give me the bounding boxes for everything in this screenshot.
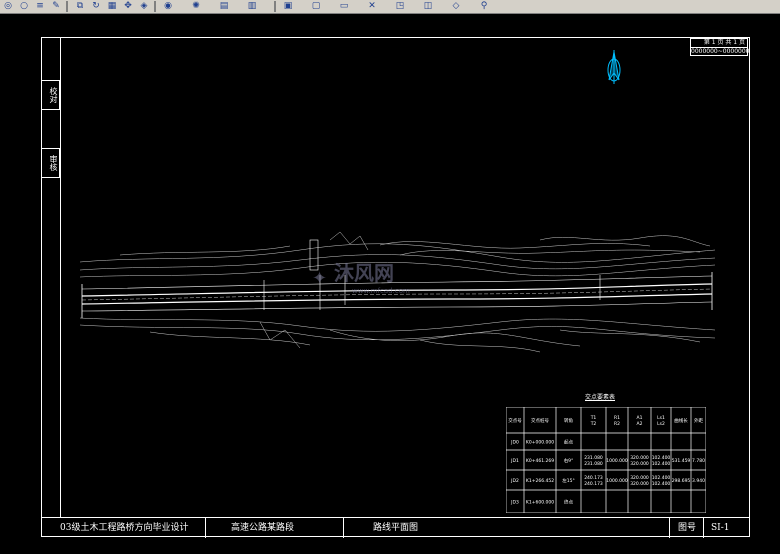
table-cell: 1000.000 [606, 458, 628, 464]
table-cell: 右9° [564, 457, 574, 464]
table-cell: 1000.000 [606, 478, 628, 484]
table-cell: 320.000 [630, 455, 649, 461]
table-cell: K1+600.000 [526, 500, 554, 506]
table-cell: 7.780 [692, 458, 705, 464]
table-header-cell: 交点桩号 [531, 417, 549, 424]
table-cell: 终点 [564, 499, 573, 506]
table-header-cell: A1 [637, 415, 643, 421]
table-header-cell: Ls2 [657, 421, 665, 427]
title-block: 03级土木工程路桥方向毕业设计 高速公路某路段 路线平面图 图号 SI-1 [41, 517, 750, 538]
table-cell: 231.080 [584, 455, 603, 461]
table-cell: K0+000.000 [526, 440, 554, 446]
watermark: ✦ 沐风网 www.mfcad.com [312, 261, 410, 295]
table-header-cell: A2 [637, 421, 643, 427]
table-header-cell: R1 [614, 415, 620, 421]
table-header-cell: 转角 [564, 417, 573, 424]
table-cell: 起点 [564, 440, 573, 446]
figure-number-label: 图号 [678, 523, 697, 533]
table-cell: JD1 [510, 458, 519, 464]
drawing-name: 路线平面图 [373, 523, 419, 533]
table-cell: 240.173 [584, 481, 603, 487]
road-alignment [81, 239, 713, 318]
table-cell: JD2 [510, 478, 519, 484]
table-cell: K0+461.269 [526, 458, 554, 464]
watermark-url: www.mfcad.com [352, 287, 410, 295]
table-header-cell: 交点号 [508, 417, 522, 424]
table-header-cell: R2 [614, 421, 620, 427]
table-cell: 231.080 [584, 461, 603, 467]
project-name: 03级土木工程路桥方向毕业设计 [60, 523, 189, 533]
table-cell: 320.000 [630, 475, 649, 481]
table-header-cell: 外距 [694, 417, 703, 424]
table-header-cell: T1 [590, 415, 597, 421]
road-name: 高速公路某路段 [231, 523, 295, 533]
table-cell: 240.173 [584, 475, 603, 481]
table-cell: 298.695 [672, 478, 691, 484]
table-cell: 102.400 [652, 475, 671, 481]
table-title: 交点要素表 [585, 394, 616, 401]
table-header-cell: T2 [590, 421, 597, 427]
north-arrow-icon [607, 50, 621, 84]
figure-number: SI-1 [711, 523, 730, 533]
table-cell: K1+266.452 [526, 478, 554, 484]
table-cell: 320.000 [630, 461, 649, 467]
curve-elements-table: 交点号 交点桩号 转角 T1T2 R1R2 A1A2 Ls1Ls2 曲线长 外距 JD0 K0+00… [506, 407, 706, 513]
table-header-cell: 曲线长 [674, 417, 688, 424]
table-cell: JD0 [510, 440, 519, 446]
table-cell: 3.940 [692, 478, 705, 484]
table-cell: 102.400 [652, 455, 671, 461]
table-cell: 102.400 [652, 481, 671, 487]
table-cell: 左15° [562, 477, 574, 484]
table-cell: 531.459 [672, 458, 691, 464]
watermark-text: 沐风网 [334, 261, 394, 285]
table-cell: 320.000 [630, 481, 649, 487]
table-cell: JD3 [510, 500, 519, 506]
table-header-cell: Ls1 [657, 415, 665, 421]
svg-text:✦: ✦ [312, 268, 327, 289]
table-cell: 102.400 [652, 461, 671, 467]
